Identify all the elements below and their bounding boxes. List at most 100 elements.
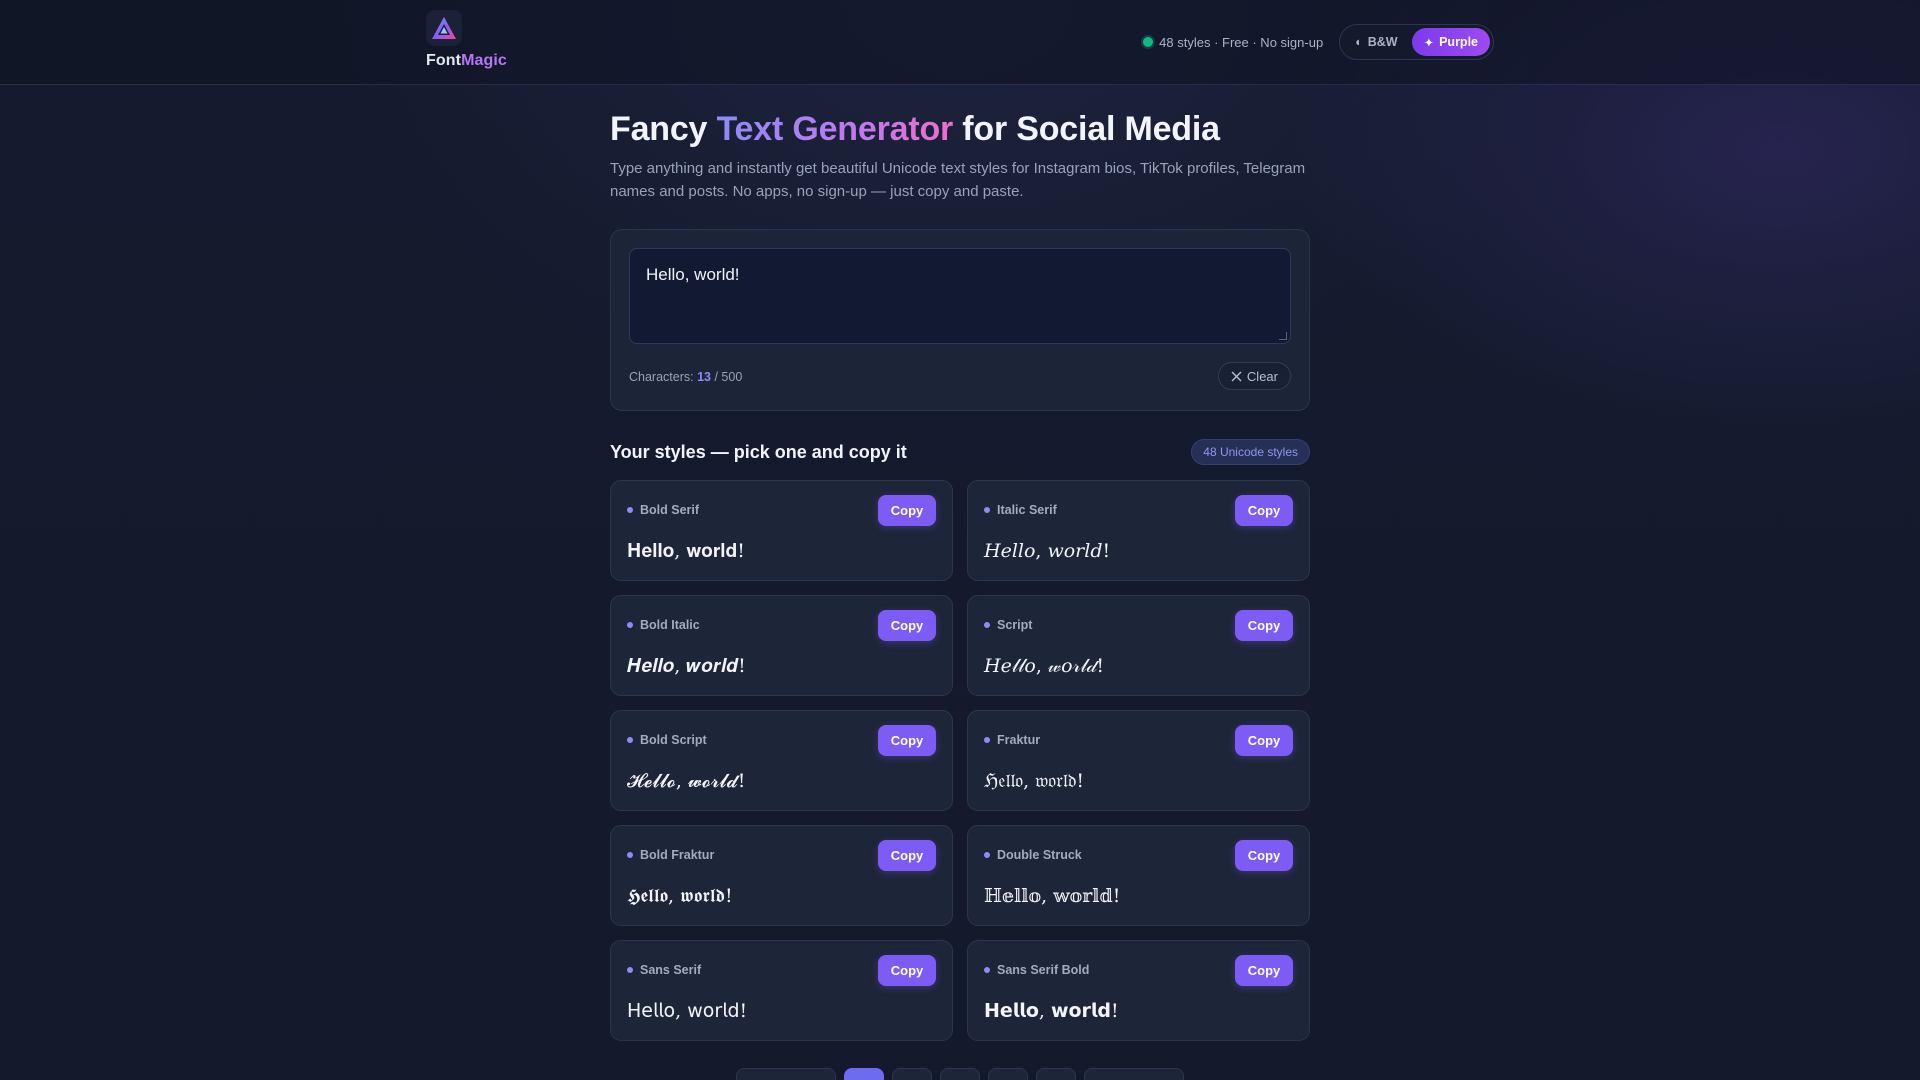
style-label: Bold Script [627,733,707,747]
style-card[interactable]: Bold Script Copy 𝓗𝓮𝓵𝓵𝓸, 𝔀𝓸𝓻𝓵𝓭! [610,710,953,811]
copy-button[interactable]: Copy [878,955,936,986]
char-count-label: Characters: [629,370,698,384]
style-sample: 𝐻𝑒𝑙𝑙𝑜, 𝑤𝑜𝑟𝑙𝑑! [984,540,1111,562]
style-label-text: Bold Italic [640,618,700,632]
theme-toggle: ◐ B&W ✦ Purple [1339,24,1494,60]
style-sample: 𝑯𝒆𝒍𝒍𝒐, 𝒘𝒐𝒓𝒍𝒅! [627,655,746,677]
style-card[interactable]: Italic Serif Copy 𝐻𝑒𝑙𝑙𝑜, 𝑤𝑜𝑟𝑙𝑑! [967,480,1310,581]
style-label: Italic Serif [984,503,1057,517]
styles-header: Your styles — pick one and copy it 48 Un… [610,438,1310,466]
style-label-text: Script [997,618,1033,632]
pagination-page-button[interactable] [940,1068,980,1080]
style-label: Double Struck [984,848,1082,862]
style-card[interactable]: Bold Italic Copy 𝑯𝒆𝒍𝒍𝒐, 𝒘𝒐𝒓𝒍𝒅! [610,595,953,696]
style-label-text: Italic Serif [997,503,1057,517]
style-label: Bold Italic [627,618,700,632]
style-card[interactable]: Script Copy 𝐻𝑒𝓁𝓁𝑜, 𝓌𝑜𝓇𝓁𝒹! [967,595,1310,696]
style-label-text: Bold Script [640,733,707,747]
status-dot-icon [1143,37,1154,47]
dot-icon [984,507,990,513]
dot-icon [984,737,990,743]
theme-purple-label: Purple [1439,35,1478,49]
input-card: Hello, world! Characters: 13 / 500 Clear [610,229,1310,411]
style-sample: 𝐻𝑒𝓁𝓁𝑜, 𝓌𝑜𝓇𝓁𝒹! [984,655,1105,677]
style-sample: ℌ𝔢𝔩𝔩𝔬, 𝔴𝔬𝔯𝔩𝔡! [984,770,1084,792]
style-sample: 𝕳𝖊𝖑𝖑𝖔, 𝖜𝖔𝖗𝖑𝖉! [627,885,733,907]
style-label: Sans Serif Bold [984,963,1089,977]
style-sample: ℍ𝕖𝕝𝕝𝕠, 𝕨𝕠𝕣𝕝𝕕! [984,885,1121,907]
title-highlight: Text Generator [716,110,954,148]
character-counter: Characters: 13 / 500 [629,370,742,384]
resize-handle-icon[interactable] [1279,332,1287,340]
style-sample: 𝐇𝐞𝐥𝐥𝐨, 𝐰𝐨𝐫𝐥𝐝! [627,540,745,562]
copy-button[interactable]: Copy [1235,495,1293,526]
clear-button[interactable]: Clear [1217,362,1291,390]
copy-button[interactable]: Copy [1235,840,1293,871]
style-sample: 𝗛𝗲𝗹𝗹𝗼, 𝘄𝗼𝗿𝗹𝗱! [984,1000,1119,1022]
dot-icon [627,967,633,973]
copy-button[interactable]: Copy [878,495,936,526]
pagination-prev-button[interactable] [736,1068,836,1080]
logo-triangle-icon [426,10,462,46]
style-card[interactable]: Double Struck Copy ℍ𝕖𝕝𝕝𝕠, 𝕨𝕠𝕣𝕝𝕕! [967,825,1310,926]
style-label: Script [984,618,1032,632]
half-circle-icon: ◐ [1355,35,1363,49]
style-label-text: Bold Serif [640,503,700,517]
header-right: 48 styles · Free · No sign-up ◐ B&W ✦ Pu… [1143,24,1494,60]
copy-button[interactable]: Copy [878,725,936,756]
close-icon [1231,371,1242,381]
copy-button[interactable]: Copy [1235,725,1293,756]
logo-text-font: Font [426,52,462,69]
char-count-value: 13 [697,370,711,384]
theme-purple-button[interactable]: ✦ Purple [1411,28,1490,56]
title-part1: Fancy [610,110,717,148]
dot-icon [627,737,633,743]
dot-icon [627,507,633,513]
status-indicator: 48 styles · Free · No sign-up [1143,35,1323,50]
copy-button[interactable]: Copy [1235,955,1293,986]
style-card[interactable]: Sans Serif Copy 𝖧𝖾𝗅𝗅𝗈, 𝗐𝗈𝗋𝗅𝖽! [610,940,953,1041]
dot-icon [627,852,633,858]
style-label-text: Double Struck [997,848,1082,862]
text-input[interactable]: Hello, world! [629,248,1291,344]
style-label-text: Sans Serif [640,963,702,977]
style-label-text: Bold Fraktur [640,848,715,862]
logo-text-magic: Magic [461,52,507,69]
styles-grid: Bold Serif Copy 𝐇𝐞𝐥𝐥𝐨, 𝐰𝐨𝐫𝐥𝐝! Italic Ser… [610,480,1310,1041]
copy-button[interactable]: Copy [1235,610,1293,641]
pagination-page-button[interactable] [844,1068,884,1080]
style-label: Fraktur [984,733,1040,747]
styles-count-badge: 48 Unicode styles [1191,439,1310,465]
logo[interactable]: FontMagic [426,10,510,74]
style-label-text: Sans Serif Bold [997,963,1090,977]
text-input-value: Hello, world! [646,265,740,284]
pagination-page-button[interactable] [892,1068,932,1080]
pagination-next-button[interactable] [1084,1068,1184,1080]
copy-button[interactable]: Copy [878,610,936,641]
page-subtitle: Type anything and instantly get beautifu… [610,160,1306,200]
pagination [610,1068,1310,1080]
style-sample: 𝓗𝓮𝓵𝓵𝓸, 𝔀𝓸𝓻𝓵𝓭! [627,770,746,792]
logo-text: FontMagic [426,52,507,70]
dot-icon [984,852,990,858]
dot-icon [984,622,990,628]
clear-label: Clear [1246,368,1278,384]
style-label: Sans Serif [627,963,701,977]
style-card[interactable]: Bold Serif Copy 𝐇𝐞𝐥𝐥𝐨, 𝐰𝐨𝐫𝐥𝐝! [610,480,953,581]
style-card[interactable]: Sans Serif Bold Copy 𝗛𝗲𝗹𝗹𝗼, 𝘄𝗼𝗿𝗹𝗱! [967,940,1310,1041]
theme-bw-label: B&W [1367,35,1398,49]
style-label: Bold Fraktur [627,848,714,862]
status-text: 48 styles · Free · No sign-up [1159,34,1324,50]
dot-icon [627,622,633,628]
sparkle-icon: ✦ [1423,35,1435,50]
theme-bw-button[interactable]: ◐ B&W [1343,28,1409,56]
main-content: Fancy Text Generator for Social Media Ty… [610,110,1310,1041]
pagination-page-button[interactable] [988,1068,1028,1080]
style-label: Bold Serif [627,503,699,517]
pagination-page-button[interactable] [1036,1068,1076,1080]
style-card[interactable]: Bold Fraktur Copy 𝕳𝖊𝖑𝖑𝖔, 𝖜𝖔𝖗𝖑𝖉! [610,825,953,926]
style-card[interactable]: Fraktur Copy ℌ𝔢𝔩𝔩𝔬, 𝔴𝔬𝔯𝔩𝔡! [967,710,1310,811]
style-sample: 𝖧𝖾𝗅𝗅𝗈, 𝗐𝗈𝗋𝗅𝖽! [627,1000,748,1022]
copy-button[interactable]: Copy [878,840,936,871]
dot-icon [984,967,990,973]
